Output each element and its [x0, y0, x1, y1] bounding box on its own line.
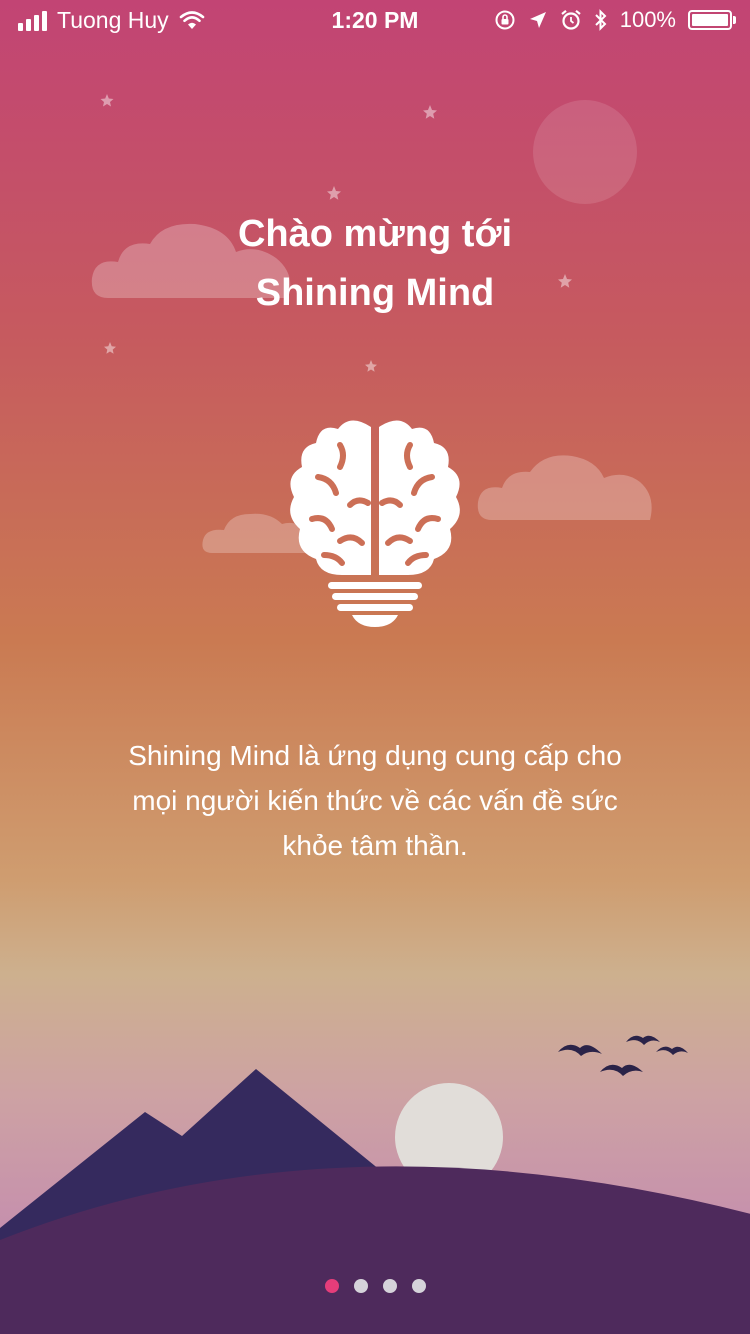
alarm-icon: [561, 9, 581, 30]
status-bar: Tuong Huy 1:20 PM 100%: [0, 0, 750, 40]
app-description: Shining Mind là ứng dụng cung cấp cho mọ…: [85, 733, 665, 868]
welcome-title: Chào mừng tới Shining Mind: [0, 205, 750, 323]
battery-percent: 100%: [619, 7, 676, 32]
description-line-1: Shining Mind là ứng dụng cung cấp cho: [128, 740, 622, 771]
bird-icon: [558, 1044, 602, 1056]
star-icon: [365, 360, 377, 372]
star-icon: [327, 186, 341, 200]
description-line-2: mọi người kiến thức về các vấn đề sức: [132, 785, 618, 816]
page-dot-4[interactable]: [411, 1279, 426, 1293]
page-dot-3[interactable]: [382, 1279, 397, 1293]
welcome-title-line-2: Shining Mind: [255, 272, 495, 314]
welcome-title-line-1: Chào mừng tới: [237, 213, 513, 255]
bird-icon: [656, 1046, 688, 1055]
battery-icon: [688, 10, 736, 30]
birds: [558, 1035, 688, 1076]
onboarding-screen: Tuong Huy 1:20 PM 100% Chào mừng tới Shi…: [0, 0, 750, 1334]
page-dot-1[interactable]: [324, 1279, 339, 1293]
star-icon: [104, 342, 116, 354]
description-line-3: khỏe tâm thần.: [282, 830, 468, 861]
brain-lightbulb-icon: [290, 420, 460, 627]
location-icon: [529, 12, 546, 28]
bird-icon: [600, 1064, 643, 1076]
bird-icon: [626, 1035, 660, 1045]
star-icon: [100, 94, 114, 107]
star-icon: [423, 105, 437, 119]
cloud-icon: [477, 455, 652, 520]
rotation-lock-icon: [495, 10, 515, 30]
bluetooth-icon: [595, 9, 607, 31]
background-illustration: [0, 94, 750, 1334]
status-right: 100%: [494, 7, 736, 33]
page-dot-2[interactable]: [353, 1279, 368, 1293]
page-indicator: [0, 1279, 750, 1293]
